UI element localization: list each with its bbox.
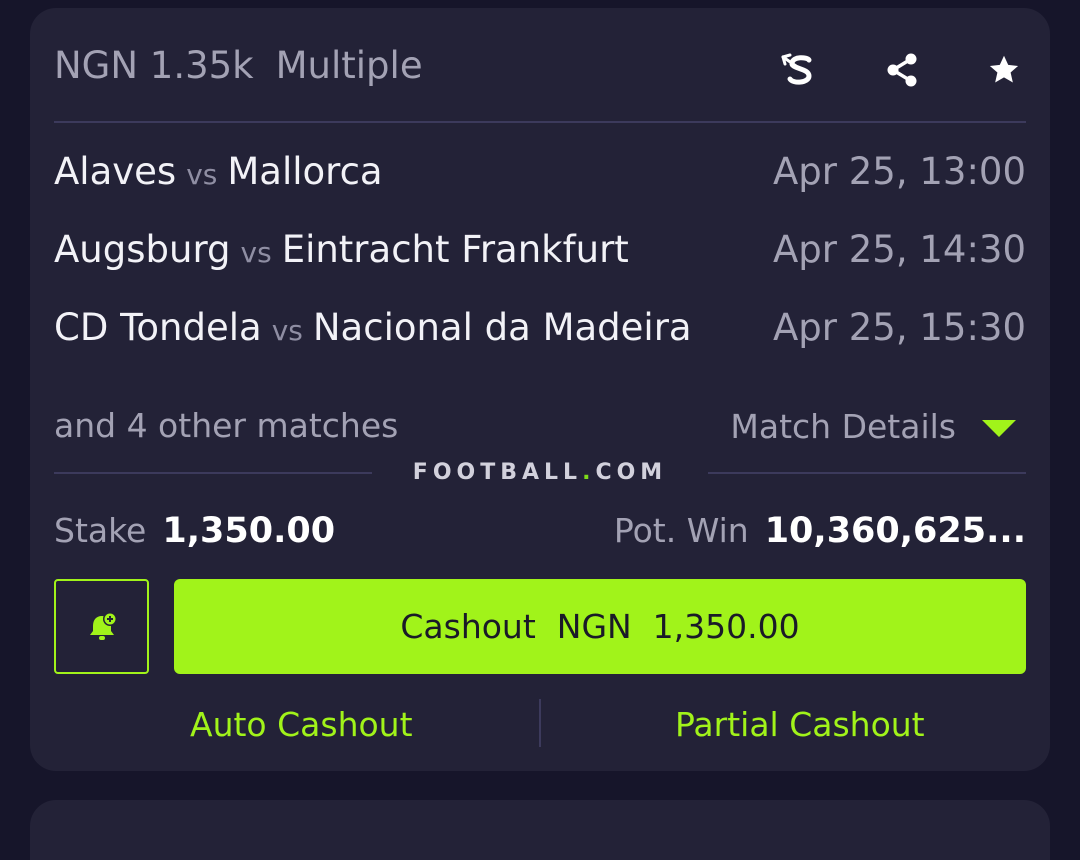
football-com-logo: FOOTBALL.COM bbox=[372, 460, 708, 485]
match-teams: Augsburg vs Eintracht Frankfurt bbox=[54, 228, 629, 271]
stake-label: Stake bbox=[54, 511, 147, 550]
header-divider bbox=[54, 121, 1026, 123]
vs-label: vs bbox=[271, 314, 303, 347]
match-row[interactable]: Augsburg vs Eintracht Frankfurt Apr 25, 14… bbox=[54, 228, 1026, 278]
match-teams: Alaves vs Mallorca bbox=[54, 150, 383, 193]
match-time: Apr 25, 14:30 bbox=[772, 228, 1026, 271]
match-row[interactable]: Alaves vs Mallorca Apr 25, 13:00 bbox=[54, 150, 1026, 200]
away-team: Nacional da Madeira bbox=[312, 306, 692, 349]
bell-plus-icon bbox=[89, 611, 117, 640]
home-team: CD Tondela bbox=[54, 306, 262, 349]
match-time: Apr 25, 13:00 bbox=[772, 150, 1026, 193]
away-team: Eintracht Frankfurt bbox=[281, 228, 629, 271]
match-time: Apr 25, 15:30 bbox=[772, 306, 1026, 349]
share-icon[interactable] bbox=[880, 48, 924, 92]
bet-amount: NGN 1.35k bbox=[54, 44, 254, 87]
home-team: Alaves bbox=[54, 150, 177, 193]
brand-divider-right bbox=[708, 472, 1026, 474]
bet-header: NGN 1.35k Multiple bbox=[54, 40, 1026, 96]
match-row[interactable]: CD Tondela vs Nacional da Madeira Apr 25, … bbox=[54, 306, 1026, 356]
next-bet-card bbox=[30, 800, 1050, 860]
brand-divider-left bbox=[54, 472, 372, 474]
away-team: Mallorca bbox=[227, 150, 383, 193]
home-team: Augsburg bbox=[54, 228, 231, 271]
match-details-toggle[interactable]: Match Details bbox=[730, 406, 1016, 446]
star-icon[interactable] bbox=[982, 48, 1026, 92]
link-divider bbox=[539, 699, 541, 747]
pot-win-label: Pot. Win bbox=[613, 511, 749, 550]
stake-row: Stake 1,350.00 Pot. Win 10,360,625... bbox=[54, 511, 1026, 557]
brand-part2: COM bbox=[595, 460, 668, 485]
match-teams: CD Tondela vs Nacional da Madeira bbox=[54, 306, 692, 349]
bet-type: Multiple bbox=[275, 44, 423, 87]
bet-card: NGN 1.35k Multiple Alaves vs Mallorca Ap… bbox=[30, 8, 1050, 771]
match-details-label: Match Details bbox=[730, 406, 956, 446]
pot-win-value: 10,360,625... bbox=[764, 511, 1026, 551]
brand-part1: FOOTBALL bbox=[412, 460, 583, 485]
auto-cashout-link[interactable]: Auto Cashout bbox=[190, 705, 413, 744]
bet-title: NGN 1.35k Multiple bbox=[54, 44, 423, 87]
partial-cashout-link[interactable]: Partial Cashout bbox=[675, 705, 925, 744]
vs-label: vs bbox=[240, 236, 272, 269]
cashout-alert-button[interactable] bbox=[54, 579, 149, 674]
chevron-down-icon bbox=[982, 419, 1016, 437]
pot-win-group: Pot. Win 10,360,625... bbox=[614, 511, 1026, 551]
brand-dot: . bbox=[582, 460, 596, 485]
stake-group: Stake 1,350.00 bbox=[54, 511, 335, 551]
cashout-button[interactable]: Cashout NGN 1,350.00 bbox=[174, 579, 1026, 674]
other-matches-text: and 4 other matches bbox=[54, 406, 399, 445]
sportybet-s-icon[interactable] bbox=[778, 48, 822, 92]
vs-label: vs bbox=[186, 158, 218, 191]
stake-value: 1,350.00 bbox=[162, 511, 336, 551]
